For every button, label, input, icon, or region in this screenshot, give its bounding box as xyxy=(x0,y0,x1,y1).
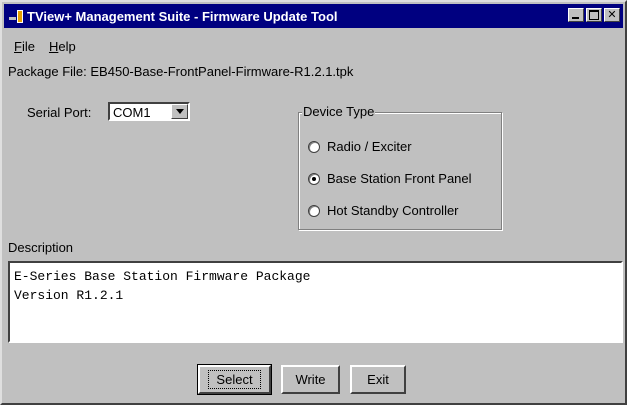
menu-file-label: ile xyxy=(21,38,35,54)
package-file-value: EB450-Base-FrontPanel-Firmware-R1.2.1.tp… xyxy=(90,64,354,79)
radio-radio-exciter[interactable]: Radio / Exciter xyxy=(308,139,412,154)
radio-button-icon[interactable] xyxy=(308,140,320,153)
close-icon[interactable]: ✕ xyxy=(604,8,620,22)
select-button[interactable]: Select xyxy=(197,364,272,395)
window-controls: ✕ xyxy=(566,8,620,22)
serial-port-label: Serial Port: xyxy=(27,105,92,120)
action-buttons: Select Write Exit xyxy=(197,364,416,395)
serial-port-select[interactable]: COM1 xyxy=(108,102,190,121)
select-button-label: Select xyxy=(208,370,261,389)
menu-help-mnemonic: H xyxy=(48,38,59,54)
exit-button-label: Exit xyxy=(367,372,389,387)
package-file-label: Package File: xyxy=(8,64,87,79)
app-window: TView+ Management Suite - Firmware Updat… xyxy=(0,0,627,405)
serial-port-value: COM1 xyxy=(113,105,151,120)
radio-label: Hot Standby Controller xyxy=(327,203,459,218)
menu-help-label: elp xyxy=(58,38,76,54)
radio-hot-standby-controller[interactable]: Hot Standby Controller xyxy=(308,203,459,218)
write-button[interactable]: Write xyxy=(281,365,340,394)
description-line: E-Series Base Station Firmware Package xyxy=(14,269,311,284)
minimize-icon[interactable] xyxy=(568,8,584,22)
title-bar[interactable]: TView+ Management Suite - Firmware Updat… xyxy=(4,4,623,28)
app-icon[interactable] xyxy=(8,8,24,24)
menu-help[interactable]: Help xyxy=(49,39,76,54)
menu-file[interactable]: File xyxy=(14,39,35,54)
radio-button-icon[interactable] xyxy=(308,204,320,217)
menu-file-mnemonic: F xyxy=(14,38,22,54)
radio-label: Base Station Front Panel xyxy=(327,171,472,186)
radio-label: Radio / Exciter xyxy=(327,139,412,154)
maximize-icon[interactable] xyxy=(586,8,602,22)
package-file-line: Package File: EB450-Base-FrontPanel-Firm… xyxy=(8,64,353,79)
device-type-legend: Device Type xyxy=(302,104,376,119)
chevron-down-icon[interactable] xyxy=(171,104,188,119)
write-button-label: Write xyxy=(295,372,326,387)
radio-button-checked-icon[interactable] xyxy=(308,172,320,185)
description-textarea[interactable]: E-Series Base Station Firmware Package V… xyxy=(8,261,623,343)
description-label: Description xyxy=(8,240,74,255)
description-line: Version R1.2.1 xyxy=(14,288,124,303)
radio-base-station-front-panel[interactable]: Base Station Front Panel xyxy=(308,171,472,186)
menu-bar: File Help xyxy=(4,36,623,56)
window-title: TView+ Management Suite - Firmware Updat… xyxy=(27,8,338,24)
exit-button[interactable]: Exit xyxy=(350,365,406,394)
